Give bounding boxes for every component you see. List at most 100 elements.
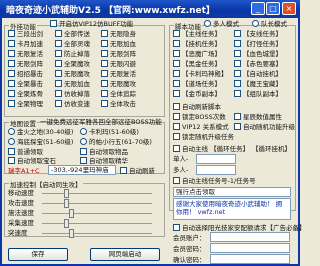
activate-label: 自动刷新脚本 <box>182 103 221 111</box>
checkbox[interactable] <box>234 70 241 77</box>
speed-group-title: 加速控制【启动同生攻】 <box>9 179 83 189</box>
auto-main-label: 锁定随机升级任务 <box>182 133 234 141</box>
move-speed-slider[interactable] <box>42 189 152 198</box>
checkbox[interactable] <box>173 177 180 184</box>
mode-radio[interactable] <box>252 20 259 27</box>
option-label: 全聚物理 <box>17 100 43 108</box>
confirm-input[interactable] <box>210 254 290 264</box>
checkbox[interactable] <box>120 167 127 174</box>
checkbox[interactable] <box>101 100 108 107</box>
task-dropdown[interactable]: 强行点击领取 <box>173 187 291 197</box>
checkbox[interactable] <box>55 80 62 87</box>
maximize-button[interactable]: □ <box>266 2 280 15</box>
mode-radio[interactable] <box>204 20 211 27</box>
slider-thumb[interactable] <box>69 229 74 238</box>
checkbox[interactable] <box>173 145 180 152</box>
checkbox[interactable] <box>8 157 15 164</box>
map-option: 的帕小行五(61-70级) <box>89 138 152 146</box>
checkbox[interactable] <box>234 50 241 57</box>
checkbox[interactable] <box>8 60 15 67</box>
checkbox[interactable] <box>173 103 180 110</box>
checkbox[interactable] <box>234 60 241 67</box>
gather-speed-slider[interactable] <box>42 219 152 228</box>
title-bar: 暗夜奇迹小武辅助V2.5 【官网:www.xwfz.net】 _ □ × <box>0 0 300 18</box>
checkbox[interactable] <box>55 40 62 47</box>
option-label: 无限隐身 <box>110 30 136 38</box>
checkbox[interactable] <box>101 80 108 87</box>
checkbox[interactable] <box>101 40 108 47</box>
checkbox[interactable] <box>8 70 15 77</box>
slider-thumb[interactable] <box>64 189 69 198</box>
checkbox[interactable] <box>8 100 15 107</box>
checkbox[interactable] <box>8 80 15 87</box>
map-radio[interactable] <box>80 128 87 135</box>
speed-label: 施法速度 <box>8 209 34 217</box>
checkbox[interactable] <box>234 90 241 97</box>
speed-label: 攻击速度 <box>8 199 34 207</box>
slider-thumb[interactable] <box>64 219 69 228</box>
auto-refresh-label: 自动刷新 <box>129 167 155 175</box>
map-radio[interactable] <box>8 128 15 135</box>
map-radio[interactable] <box>8 138 15 145</box>
checkbox[interactable] <box>234 123 241 130</box>
checkbox[interactable] <box>55 30 62 37</box>
option-label: 卡月加速 <box>17 40 43 48</box>
close-button[interactable]: × <box>282 2 296 15</box>
checkbox[interactable] <box>173 70 180 77</box>
checkbox[interactable] <box>55 70 62 77</box>
coordinate-input[interactable]: -303,-924里玛神庙 <box>48 165 116 175</box>
mode-label: 队长模式 <box>261 20 287 28</box>
slider-thumb[interactable] <box>69 209 74 218</box>
attack-speed-slider[interactable] <box>42 199 152 208</box>
option-label: 无限复活 <box>17 50 43 58</box>
checkbox[interactable] <box>8 148 15 155</box>
script-item: 【卡利玛神殿】 <box>182 70 228 78</box>
checkbox[interactable] <box>101 70 108 77</box>
web-launch-button[interactable]: 网页端启动 <box>90 248 160 261</box>
checkbox[interactable] <box>173 113 180 120</box>
vip-checkbox[interactable] <box>50 20 57 27</box>
checkbox[interactable] <box>8 40 15 47</box>
single-input[interactable] <box>196 154 236 164</box>
save-button[interactable]: 保存 <box>8 248 68 261</box>
checkbox[interactable] <box>80 148 87 155</box>
member-id-input[interactable] <box>210 232 290 242</box>
checkbox[interactable] <box>101 50 108 57</box>
checkbox[interactable] <box>55 90 62 97</box>
multi-input[interactable] <box>196 165 236 175</box>
checkbox[interactable] <box>173 133 180 140</box>
checkbox[interactable] <box>173 90 180 97</box>
checkbox[interactable] <box>173 80 180 87</box>
map-group-title: 地图设置 <box>9 118 37 128</box>
checkbox[interactable] <box>234 30 241 37</box>
checkbox[interactable] <box>234 80 241 87</box>
map-option: 自动领取物品 <box>89 148 128 156</box>
checkbox[interactable] <box>55 50 62 57</box>
option-label: 三段出剑 <box>17 30 43 38</box>
checkbox[interactable] <box>80 157 87 164</box>
checkbox[interactable] <box>55 60 62 67</box>
checkbox[interactable] <box>8 50 15 57</box>
script-item: 【黑金任务】 <box>182 60 221 68</box>
checkbox[interactable] <box>101 60 108 67</box>
script-item: 【自动挂机】 <box>243 70 282 78</box>
checkbox[interactable] <box>101 90 108 97</box>
checkbox[interactable] <box>8 90 15 97</box>
checkbox[interactable] <box>173 60 180 67</box>
checkbox[interactable] <box>173 123 180 130</box>
checkbox[interactable] <box>173 40 180 47</box>
member-pwd-input[interactable] <box>210 243 290 253</box>
checkbox[interactable] <box>173 30 180 37</box>
dash-speed-slider[interactable] <box>42 229 152 238</box>
checkbox[interactable] <box>173 224 180 231</box>
map-radio[interactable] <box>80 138 87 145</box>
checkbox[interactable] <box>234 40 241 47</box>
checkbox[interactable] <box>55 100 62 107</box>
slider-thumb[interactable] <box>64 199 69 208</box>
checkbox[interactable] <box>8 30 15 37</box>
checkbox[interactable] <box>234 113 241 120</box>
minimize-button[interactable]: _ <box>251 2 265 15</box>
cast-speed-slider[interactable] <box>42 209 152 218</box>
checkbox[interactable] <box>101 30 108 37</box>
checkbox[interactable] <box>173 50 180 57</box>
